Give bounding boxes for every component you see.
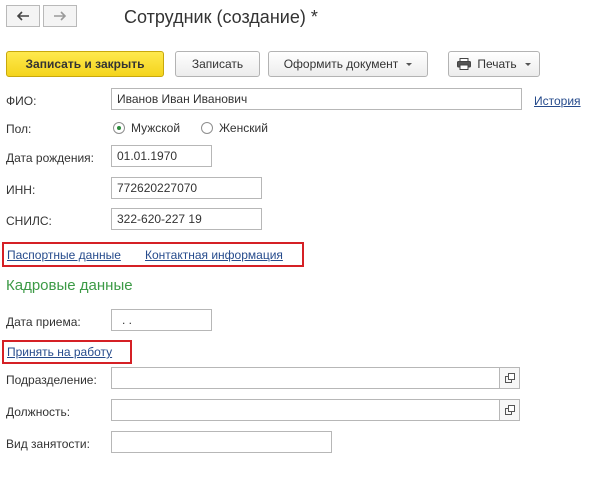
save-button[interactable]: Записать (175, 51, 260, 77)
print-label: Печать (477, 57, 517, 71)
open-form-icon (504, 405, 515, 415)
fio-label: ФИО: (6, 94, 37, 108)
make-document-label: Оформить документ (283, 57, 399, 71)
position-label: Должность: (6, 405, 71, 419)
chevron-down-icon (406, 62, 413, 66)
birth-date-label: Дата рождения: (6, 151, 94, 165)
gender-male-label: Мужской (131, 121, 181, 135)
hr-section-title: Кадровые данные (6, 277, 133, 294)
gender-female-label: Женский (219, 121, 268, 135)
department-label: Подразделение: (6, 373, 97, 387)
department-open-button[interactable] (499, 367, 520, 389)
gender-female-radio[interactable] (201, 122, 213, 134)
passport-data-link[interactable]: Паспортные данные (7, 248, 121, 262)
window-title: Сотрудник (создание) * (124, 7, 318, 27)
hire-date-field[interactable]: . . (111, 309, 212, 331)
gender-male-radio[interactable] (113, 122, 125, 134)
inn-field[interactable]: 772620227070 (111, 177, 262, 199)
make-document-button[interactable]: Оформить документ (268, 51, 428, 77)
inn-label: ИНН: (6, 183, 36, 197)
birth-date-field[interactable]: 01.01.1970 (111, 145, 212, 167)
arrow-right-icon (54, 11, 67, 21)
back-button[interactable] (6, 5, 40, 27)
employment-type-label: Вид занятости: (6, 437, 90, 451)
snils-label: СНИЛС: (6, 214, 52, 228)
fio-field[interactable]: Иванов Иван Иванович (111, 88, 522, 110)
hire-date-label: Дата приема: (6, 315, 81, 329)
arrow-left-icon (16, 11, 29, 21)
printer-icon (457, 58, 472, 70)
gender-label: Пол: (6, 122, 32, 136)
forward-button[interactable] (43, 5, 77, 27)
snils-field[interactable]: 322-620-227 19 (111, 208, 262, 230)
position-open-button[interactable] (499, 399, 520, 421)
chevron-down-icon (524, 62, 531, 66)
save-and-close-button[interactable]: Записать и закрыть (6, 51, 164, 77)
employment-type-field[interactable] (111, 431, 332, 453)
print-button[interactable]: Печать (448, 51, 540, 77)
position-field[interactable] (111, 399, 500, 421)
hire-link[interactable]: Принять на работу (7, 345, 112, 359)
department-field[interactable] (111, 367, 500, 389)
contact-info-link[interactable]: Контактная информация (145, 248, 283, 262)
history-link[interactable]: История (534, 94, 581, 108)
open-form-icon (504, 373, 515, 383)
